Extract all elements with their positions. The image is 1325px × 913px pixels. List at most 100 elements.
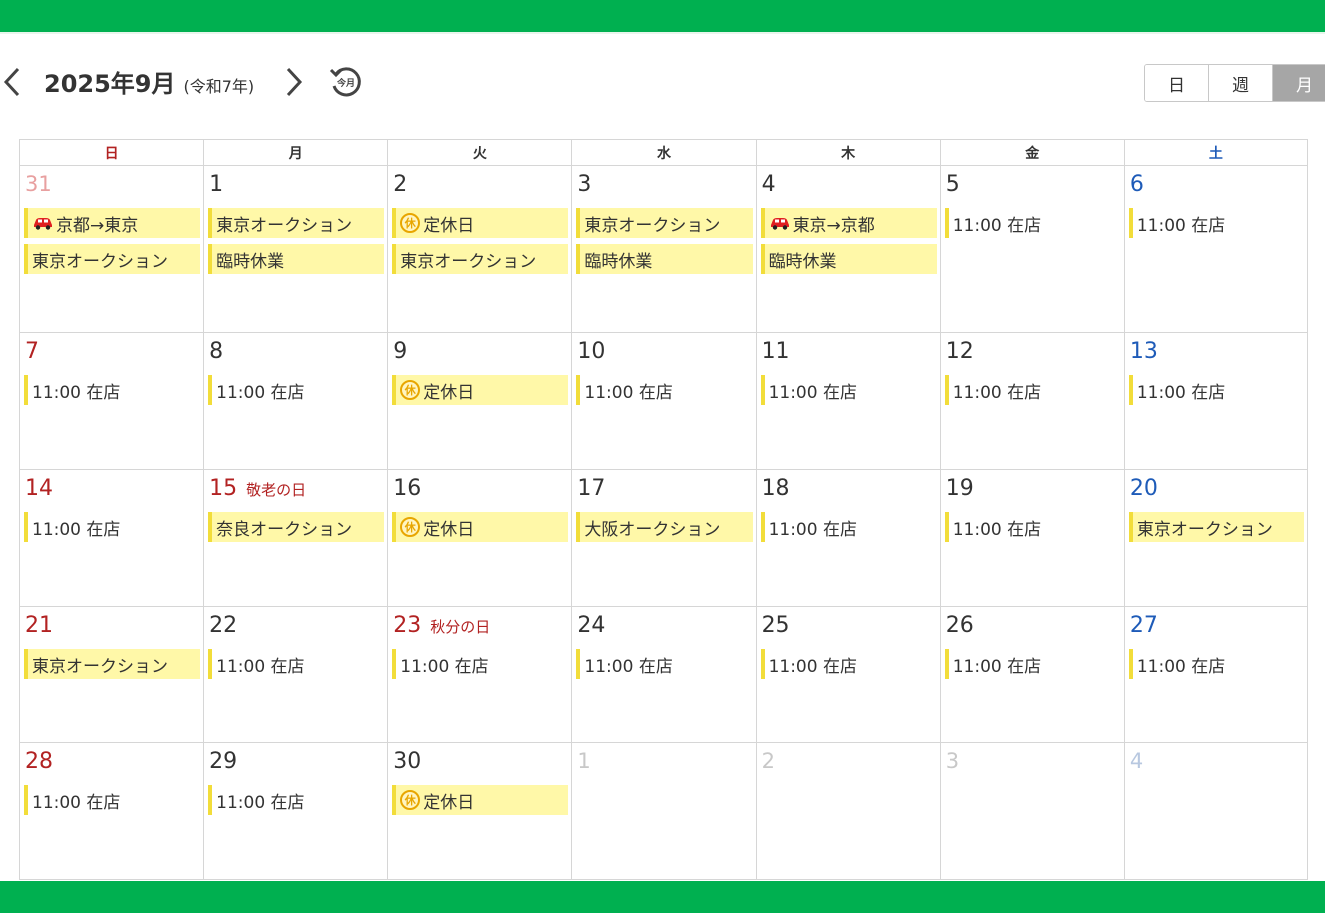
day-cell[interactable]: 15 敬老の日 奈良オークション — [203, 470, 387, 606]
day-cell[interactable]: 4 — [1123, 743, 1308, 879]
day-cell[interactable]: 21 東京オークション — [19, 607, 203, 742]
day-cell[interactable]: 2 — [755, 743, 940, 879]
calendar-event[interactable]: 臨時休業 — [208, 244, 385, 274]
day-cell[interactable]: 14 11:00 在店 — [19, 470, 203, 606]
day-cell[interactable]: 11 11:00 在店 — [755, 333, 940, 469]
day-cell[interactable]: 3 — [939, 743, 1124, 879]
event-title: 東京オークション — [32, 251, 168, 272]
calendar-event[interactable]: 11:00 在店 — [1128, 208, 1304, 238]
day-header: 25 — [757, 613, 940, 639]
calendar-event[interactable]: 11:00 在店 — [944, 375, 1121, 405]
day-cell[interactable]: 24 11:00 在店 — [571, 607, 755, 742]
calendar-event[interactable]: 東京オークション — [576, 208, 753, 238]
today-button[interactable]: 今月 — [328, 64, 364, 100]
day-cell[interactable]: 9 休定休日 — [387, 333, 571, 469]
calendar-event[interactable]: 11:00 在店 — [944, 512, 1121, 542]
day-cell[interactable]: 5 11:00 在店 — [939, 166, 1124, 332]
calendar-event[interactable]: 東京オークション — [1128, 512, 1304, 542]
calendar-event[interactable]: 11:00 在店 — [24, 375, 200, 405]
calendar-event[interactable]: 11:00 在店 — [24, 512, 200, 542]
event-list: 11:00 在店 — [1125, 375, 1307, 405]
day-cell[interactable]: 29 11:00 在店 — [203, 743, 387, 879]
holiday-name: 敬老の日 — [246, 481, 307, 499]
calendar-event[interactable]: 東京オークション — [24, 244, 201, 274]
day-cell[interactable]: 30 休定休日 — [387, 743, 571, 879]
calendar-event[interactable]: 東京オークション — [24, 649, 201, 679]
calendar-event[interactable]: 11:00 在店 — [1128, 649, 1304, 679]
day-cell[interactable]: 28 11:00 在店 — [19, 743, 203, 879]
calendar-event[interactable]: 奈良オークション — [208, 512, 385, 542]
day-cell[interactable]: 25 11:00 在店 — [755, 607, 940, 742]
day-number: 11 — [761, 339, 790, 364]
event-title: 11:00 在店 — [32, 382, 121, 403]
day-cell[interactable]: 7 11:00 在店 — [19, 333, 203, 469]
event-list: 東京オークション — [20, 649, 203, 679]
day-cell[interactable]: 10 11:00 在店 — [571, 333, 755, 469]
calendar-event[interactable]: 休定休日 — [392, 785, 569, 815]
day-cell[interactable]: 31 京都→東京 東京オークション — [19, 166, 203, 332]
calendar-event[interactable]: 11:00 在店 — [24, 785, 200, 815]
day-cell[interactable]: 23 秋分の日 11:00 在店 — [387, 607, 571, 742]
weekday-label: 木 — [755, 140, 940, 165]
calendar-event[interactable]: 京都→東京 — [24, 208, 201, 238]
calendar-event[interactable]: 東京オークション — [392, 244, 569, 274]
next-month-button[interactable] — [282, 64, 306, 100]
day-cell[interactable]: 2 休定休日 東京オークション — [387, 166, 571, 332]
calendar-event[interactable]: 11:00 在店 — [944, 208, 1121, 238]
event-list: 11:00 在店 — [388, 649, 571, 679]
day-cell[interactable]: 18 11:00 在店 — [755, 470, 940, 606]
day-cell[interactable]: 17 大阪オークション — [571, 470, 755, 606]
day-cell[interactable]: 8 11:00 在店 — [203, 333, 387, 469]
calendar-event[interactable]: 休定休日 — [392, 208, 569, 238]
day-cell[interactable]: 22 11:00 在店 — [203, 607, 387, 742]
view-button-week[interactable]: 週 — [1208, 65, 1272, 101]
day-number: 5 — [945, 172, 960, 197]
calendar-event[interactable]: 休定休日 — [392, 512, 569, 542]
day-cell[interactable]: 1 東京オークション 臨時休業 — [203, 166, 387, 332]
day-header: 23 秋分の日 — [388, 613, 571, 639]
day-cell[interactable]: 1 — [571, 743, 755, 879]
day-cell[interactable]: 12 11:00 在店 — [939, 333, 1124, 469]
calendar-event[interactable]: 11:00 在店 — [760, 649, 937, 679]
day-cell[interactable]: 26 11:00 在店 — [939, 607, 1124, 742]
day-header: 8 — [204, 339, 387, 365]
calendar-event[interactable]: 11:00 在店 — [392, 649, 568, 679]
day-cell[interactable]: 13 11:00 在店 — [1123, 333, 1308, 469]
calendar-event[interactable]: 東京オークション — [208, 208, 385, 238]
day-header: 20 — [1125, 476, 1307, 502]
day-number: 14 — [25, 476, 53, 501]
view-button-month[interactable]: 月 — [1272, 65, 1325, 101]
view-button-day[interactable]: 日 — [1145, 65, 1208, 101]
calendar-event[interactable]: 臨時休業 — [760, 244, 937, 274]
event-title: 京都→東京 — [56, 215, 139, 236]
calendar-event[interactable]: 11:00 在店 — [208, 785, 384, 815]
calendar-event[interactable]: 11:00 在店 — [576, 649, 752, 679]
calendar-event[interactable]: 11:00 在店 — [760, 375, 937, 405]
day-cell[interactable]: 6 11:00 在店 — [1123, 166, 1308, 332]
calendar-event[interactable]: 休定休日 — [392, 375, 569, 405]
day-cell[interactable]: 16 休定休日 — [387, 470, 571, 606]
day-number: 24 — [577, 613, 606, 638]
calendar-event[interactable]: 11:00 在店 — [208, 375, 384, 405]
day-cell[interactable]: 4 東京→京都 臨時休業 — [755, 166, 940, 332]
day-header: 22 — [204, 613, 387, 639]
calendar-event[interactable]: 11:00 在店 — [1128, 375, 1304, 405]
calendar-event[interactable]: 11:00 在店 — [208, 649, 384, 679]
day-cell[interactable]: 19 11:00 在店 — [939, 470, 1124, 606]
calendar-event[interactable]: 11:00 在店 — [944, 649, 1121, 679]
day-cell[interactable]: 27 11:00 在店 — [1123, 607, 1308, 742]
day-number: 19 — [945, 476, 974, 501]
day-number: 26 — [945, 613, 974, 638]
return-today-icon: 今月 — [329, 67, 361, 97]
day-cell[interactable]: 3 東京オークション 臨時休業 — [571, 166, 755, 332]
calendar-event[interactable]: 東京→京都 — [760, 208, 937, 238]
prev-month-button[interactable] — [0, 64, 24, 100]
calendar-event[interactable]: 11:00 在店 — [760, 512, 937, 542]
day-cell[interactable]: 20 東京オークション — [1123, 470, 1308, 606]
day-header: 3 — [941, 749, 1124, 775]
calendar-event[interactable]: 大阪オークション — [576, 512, 753, 542]
calendar-event[interactable]: 11:00 在店 — [576, 375, 752, 405]
calendar-event[interactable]: 臨時休業 — [576, 244, 753, 274]
day-header: 9 — [388, 339, 571, 365]
event-list: 11:00 在店 — [204, 785, 387, 815]
